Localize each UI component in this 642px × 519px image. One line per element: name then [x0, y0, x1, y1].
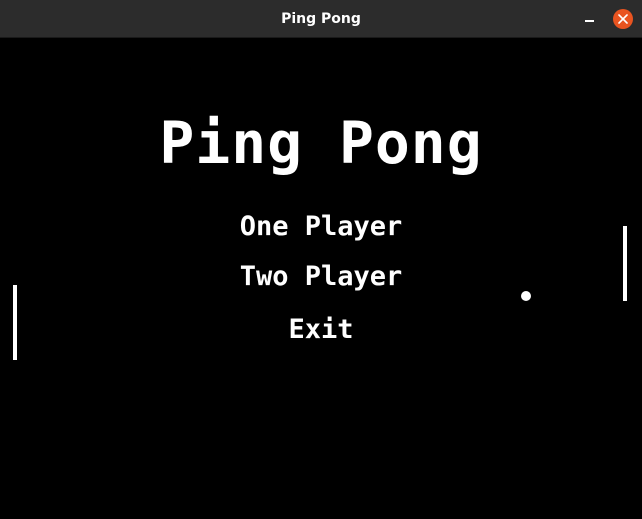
minimize-button[interactable]: [580, 9, 600, 29]
left-paddle: [13, 285, 17, 360]
menu-two-player[interactable]: Two Player: [0, 260, 642, 294]
app-window: Ping Pong Ping Pong One Player Two Playe…: [0, 0, 642, 519]
menu-one-player[interactable]: One Player: [0, 210, 642, 244]
ball: [521, 291, 531, 301]
title-bar[interactable]: Ping Pong: [0, 0, 642, 38]
game-canvas[interactable]: Ping Pong One Player Two Player Exit: [0, 38, 642, 519]
close-button[interactable]: [613, 9, 633, 29]
menu-exit[interactable]: Exit: [0, 313, 642, 347]
close-icon: [618, 14, 628, 24]
right-paddle: [623, 226, 627, 301]
window-title: Ping Pong: [281, 11, 361, 27]
game-title: Ping Pong: [159, 109, 483, 177]
